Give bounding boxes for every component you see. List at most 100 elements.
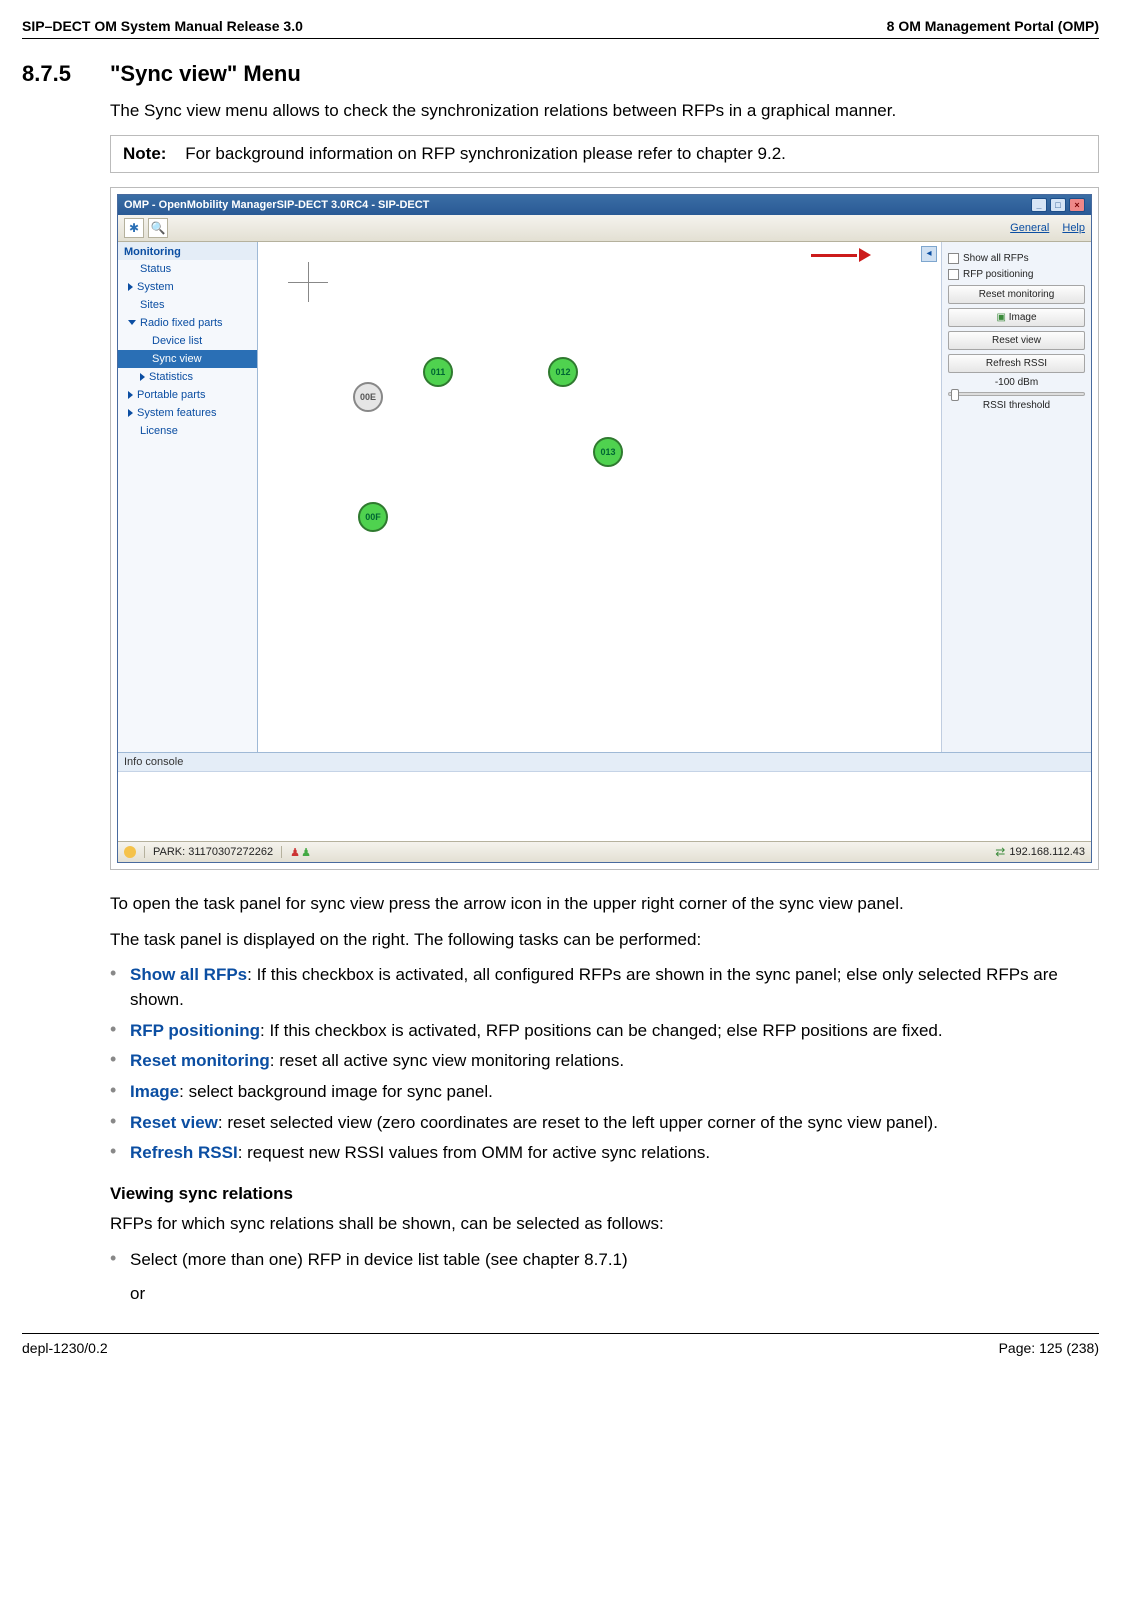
bullet-icon: • bbox=[110, 1049, 130, 1074]
menu-help[interactable]: Help bbox=[1062, 222, 1085, 234]
task-term: Image bbox=[130, 1082, 179, 1101]
note-text: For background information on RFP synchr… bbox=[185, 144, 786, 163]
list-item: •Image: select background image for sync… bbox=[110, 1080, 1099, 1105]
bullet-icon: • bbox=[110, 1080, 130, 1105]
sidebar-item-sites[interactable]: Sites bbox=[118, 296, 257, 314]
list-item: •Reset monitoring: reset all active sync… bbox=[110, 1049, 1099, 1074]
task-desc: : reset selected view (zero coordinates … bbox=[218, 1113, 938, 1132]
sidebar-item-system[interactable]: System bbox=[118, 278, 257, 296]
park-label: PARK: 31170307272262 bbox=[144, 846, 273, 858]
minimize-icon[interactable]: _ bbox=[1031, 198, 1047, 212]
footer-right: Page: 125 (238) bbox=[999, 1340, 1099, 1356]
sub-para-1: RFPs for which sync relations shall be s… bbox=[110, 1212, 1099, 1236]
chevron-right-icon bbox=[128, 283, 133, 291]
bullet-icon: • bbox=[110, 1248, 130, 1307]
list-item: •RFP positioning: If this checkbox is ac… bbox=[110, 1019, 1099, 1044]
info-console-header: Info console bbox=[118, 752, 1091, 771]
show-all-rfps-label: Show all RFPs bbox=[963, 253, 1029, 264]
rfp-node-011[interactable]: 011 bbox=[423, 357, 453, 387]
intro-paragraph: The Sync view menu allows to check the s… bbox=[110, 99, 1099, 123]
sidebar-item-label: System bbox=[137, 281, 174, 293]
show-all-rfps-checkbox[interactable] bbox=[948, 253, 959, 264]
note-label: Note: bbox=[123, 144, 166, 163]
sidebar-item-label: Status bbox=[140, 263, 171, 275]
bullet-icon: • bbox=[110, 1141, 130, 1166]
chevron-right-icon bbox=[128, 409, 133, 417]
bullet-icon: • bbox=[110, 963, 130, 1012]
list-item: •Reset view: reset selected view (zero c… bbox=[110, 1111, 1099, 1136]
sidebar-item-system-features[interactable]: System features bbox=[118, 404, 257, 422]
list-item: •Refresh RSSI: request new RSSI values f… bbox=[110, 1141, 1099, 1166]
sidebar-item-license[interactable]: License bbox=[118, 422, 257, 440]
key-icon bbox=[124, 846, 136, 858]
sidebar-item-sync-view[interactable]: Sync view bbox=[118, 350, 257, 368]
chevron-right-icon bbox=[128, 391, 133, 399]
rfp-positioning-checkbox[interactable] bbox=[948, 269, 959, 280]
chevron-down-icon bbox=[128, 320, 136, 325]
chevron-right-icon bbox=[140, 373, 145, 381]
tasks-list: •Show all RFPs: If this checkbox is acti… bbox=[110, 963, 1099, 1165]
sidebar-item-status[interactable]: Status bbox=[118, 260, 257, 278]
sidebar: Monitoring Status System Sites Radio fixed … bbox=[118, 242, 258, 752]
bullet-icon: • bbox=[110, 1019, 130, 1044]
titlebar: OMP - OpenMobility ManagerSIP-DECT 3.0RC… bbox=[118, 195, 1091, 215]
subsection-heading: Viewing sync relations bbox=[110, 1184, 1099, 1204]
sidebar-item-label: Radio fixed parts bbox=[140, 317, 223, 329]
image-button[interactable]: ▣ Image bbox=[948, 308, 1085, 327]
app-window: OMP - OpenMobility ManagerSIP-DECT 3.0RC… bbox=[117, 194, 1092, 863]
menu-general[interactable]: General bbox=[1010, 222, 1049, 234]
task-term: Reset monitoring bbox=[130, 1051, 270, 1070]
sidebar-item-label: License bbox=[140, 425, 178, 437]
statusbar: PARK: 31170307272262 ♟ ♟ ⇄ 192.168.112.4… bbox=[118, 841, 1091, 862]
rfp-node-00E[interactable]: 00E bbox=[353, 382, 383, 412]
sidebar-item-label: System features bbox=[137, 407, 216, 419]
ip-label: 192.168.112.43 bbox=[1009, 846, 1085, 858]
sidebar-item-device-list[interactable]: Device list bbox=[118, 332, 257, 350]
task-term: Show all RFPs bbox=[130, 965, 247, 984]
close-icon[interactable]: × bbox=[1069, 198, 1085, 212]
task-desc: : If this checkbox is activated, RFP pos… bbox=[260, 1021, 943, 1040]
task-desc: : If this checkbox is activated, all con… bbox=[130, 965, 1058, 1009]
maximize-icon[interactable]: □ bbox=[1050, 198, 1066, 212]
rfp-node-012[interactable]: 012 bbox=[548, 357, 578, 387]
user-red-icon: ♟ bbox=[281, 846, 293, 858]
gear-icon[interactable]: ✱ bbox=[124, 218, 144, 238]
section-title: "Sync view" Menu bbox=[110, 61, 301, 87]
sidebar-item-label: Portable parts bbox=[137, 389, 205, 401]
sidebar-item-portable-parts[interactable]: Portable parts bbox=[118, 386, 257, 404]
screenshot-container: OMP - OpenMobility ManagerSIP-DECT 3.0RC… bbox=[110, 187, 1099, 870]
sidebar-item-statistics[interactable]: Statistics bbox=[118, 368, 257, 386]
list-item: •Show all RFPs: If this checkbox is acti… bbox=[110, 963, 1099, 1012]
reset-monitoring-button[interactable]: Reset monitoring bbox=[948, 285, 1085, 304]
doc-header-left: SIP–DECT OM System Manual Release 3.0 bbox=[22, 18, 303, 34]
search-icon[interactable]: 🔍 bbox=[148, 218, 168, 238]
sub-item-or: or bbox=[130, 1282, 1099, 1307]
rssi-threshold-label: RSSI threshold bbox=[948, 400, 1085, 411]
panel-toggle-icon[interactable]: ◂ bbox=[921, 246, 937, 262]
rssi-threshold-slider[interactable] bbox=[948, 392, 1085, 396]
task-desc: : request new RSSI values from OMM for a… bbox=[238, 1143, 710, 1162]
rfp-node-013[interactable]: 013 bbox=[593, 437, 623, 467]
dbm-label: -100 dBm bbox=[948, 377, 1085, 388]
section-number: 8.7.5 bbox=[22, 61, 110, 87]
reset-view-button[interactable]: Reset view bbox=[948, 331, 1085, 350]
task-term: Refresh RSSI bbox=[130, 1143, 238, 1162]
user-green-icon: ♟ bbox=[301, 846, 313, 858]
refresh-rssi-button[interactable]: Refresh RSSI bbox=[948, 354, 1085, 373]
task-desc: : reset all active sync view monitoring … bbox=[270, 1051, 624, 1070]
sidebar-item-label: Device list bbox=[152, 335, 202, 347]
after-para-2: The task panel is displayed on the right… bbox=[110, 928, 1099, 952]
rfp-positioning-label: RFP positioning bbox=[963, 269, 1033, 280]
note-box: Note: For background information on RFP … bbox=[110, 135, 1099, 173]
bullet-icon: • bbox=[110, 1111, 130, 1136]
sidebar-item-label: Statistics bbox=[149, 371, 193, 383]
doc-header-right: 8 OM Management Portal (OMP) bbox=[887, 18, 1099, 34]
sub-item-line: Select (more than one) RFP in device lis… bbox=[130, 1248, 1099, 1273]
task-desc: : select background image for sync panel… bbox=[179, 1082, 493, 1101]
sidebar-item-radio-fixed-parts[interactable]: Radio fixed parts bbox=[118, 314, 257, 332]
sync-canvas[interactable]: 00E 011 012 013 00F ◂ bbox=[258, 242, 941, 752]
rfp-node-00F[interactable]: 00F bbox=[358, 502, 388, 532]
toolbar: ✱ 🔍 General Help bbox=[118, 215, 1091, 242]
sidebar-heading: Monitoring bbox=[118, 242, 257, 260]
list-item: •Select (more than one) RFP in device li… bbox=[110, 1248, 1099, 1307]
